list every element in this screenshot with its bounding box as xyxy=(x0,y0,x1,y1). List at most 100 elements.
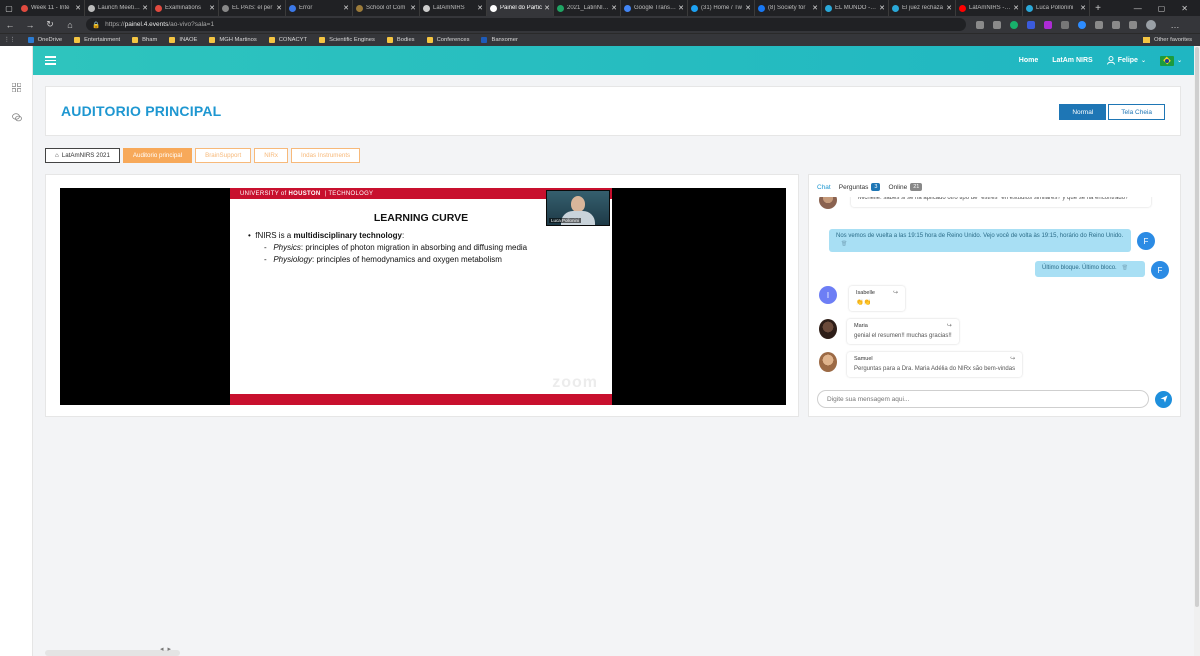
browser-tab[interactable]: Launch Meeting ✕ xyxy=(85,0,152,16)
bookmark-item[interactable]: INAOE xyxy=(169,37,197,43)
fullscreen-mode-button[interactable]: Tela Cheia xyxy=(1108,104,1165,120)
browser-tab[interactable]: Error ✕ xyxy=(286,0,353,16)
browser-tab[interactable]: El juez rechaza ✕ xyxy=(889,0,956,16)
close-tab-icon[interactable]: ✕ xyxy=(410,4,416,12)
home-icon[interactable]: ⌂ xyxy=(60,20,80,30)
bookmark-item[interactable]: Bham xyxy=(132,37,157,43)
browser-tab[interactable]: Examinations ✕ xyxy=(152,0,219,16)
chat-message-input[interactable] xyxy=(817,390,1149,408)
bookmark-item[interactable]: Conferences xyxy=(426,37,469,43)
reply-icon[interactable]: ↪ xyxy=(1010,356,1015,364)
scrollbar-thumb[interactable] xyxy=(1195,47,1199,607)
close-tab-icon[interactable]: ✕ xyxy=(745,4,751,12)
maximize-icon[interactable]: ▢ xyxy=(1158,4,1166,13)
room-tab-auditorio[interactable]: Auditorio principal xyxy=(122,148,193,163)
close-tab-icon[interactable]: ✕ xyxy=(812,4,818,12)
close-tab-icon[interactable]: ✕ xyxy=(477,4,483,12)
scroll-right-icon[interactable]: ▸ xyxy=(168,645,172,655)
close-tab-icon[interactable]: ✕ xyxy=(75,4,81,12)
tab-questions[interactable]: Perguntas 3 xyxy=(839,183,881,191)
other-favorites[interactable]: Other favorites xyxy=(1142,37,1192,43)
read-aloud-icon[interactable] xyxy=(976,20,984,29)
bookmark-item[interactable]: Bodies xyxy=(386,37,415,43)
close-window-icon[interactable]: ✕ xyxy=(1181,4,1188,13)
browser-tab[interactable]: (8) Society for ✕ xyxy=(755,0,822,16)
url-field[interactable]: 🔒 https://painel.4.events/ao-vivo?sala=1 xyxy=(86,18,966,31)
browser-tab[interactable]: Google Translat ✕ xyxy=(621,0,688,16)
back-icon[interactable]: ← xyxy=(0,20,20,30)
video-player[interactable]: UNIVERSITY of HOUSTON | TECHNOLOGY Luca … xyxy=(60,188,786,405)
collections-icon[interactable] xyxy=(1129,20,1137,29)
delete-message-icon[interactable]: 🗑 xyxy=(841,241,847,247)
close-tab-icon[interactable]: ✕ xyxy=(611,4,617,12)
bookmark-item[interactable]: OneDrive xyxy=(27,37,62,43)
bookmark-item[interactable]: Banxomer xyxy=(481,37,518,43)
room-tab-indas[interactable]: Indas Instruments xyxy=(290,148,361,163)
apps-icon[interactable]: ⋮⋮ xyxy=(4,37,16,43)
new-tab-button[interactable]: + xyxy=(1090,3,1106,14)
reply-icon[interactable]: ↪ xyxy=(947,323,952,331)
browser-tab[interactable]: Painel do Partic ✕ xyxy=(487,0,554,16)
message-text: Nos vemos de vuelta a las 19:15 hora de … xyxy=(836,233,1124,239)
normal-mode-button[interactable]: Normal xyxy=(1059,104,1107,120)
bookmark-item[interactable]: Entertainment xyxy=(74,37,120,43)
grid-apps-icon[interactable] xyxy=(0,76,33,98)
browser-tab[interactable]: 2021_LatinNIRS ✕ xyxy=(554,0,621,16)
grammarly-icon[interactable] xyxy=(1010,20,1018,29)
browser-tab[interactable]: (31) Home / Tw ✕ xyxy=(688,0,755,16)
forward-icon[interactable]: → xyxy=(20,20,40,30)
extension-purple-icon[interactable] xyxy=(1044,20,1052,29)
close-tab-icon[interactable]: ✕ xyxy=(879,4,885,12)
chat-bubbles-icon[interactable] xyxy=(0,106,33,128)
nav-latam-link[interactable]: LatAm NIRS xyxy=(1052,57,1092,64)
onenote-icon[interactable] xyxy=(1027,20,1035,29)
favorite-star-icon[interactable] xyxy=(993,20,1001,29)
close-tab-icon[interactable]: ✕ xyxy=(1013,4,1019,12)
bookmark-item[interactable]: Scientific Engines xyxy=(319,37,375,43)
hamburger-menu-icon[interactable] xyxy=(45,54,56,67)
sub1-label: Physics xyxy=(273,243,301,252)
browser-tab[interactable]: EL MUNDO - Di ✕ xyxy=(822,0,889,16)
browser-tab[interactable]: Luca Pollonini ✕ xyxy=(1023,0,1090,16)
tab-favicon-icon xyxy=(289,4,296,12)
tab-chat[interactable]: Chat xyxy=(817,184,831,191)
bookmark-item[interactable]: CONACYT xyxy=(268,37,307,43)
nav-home-link[interactable]: Home xyxy=(1019,57,1038,64)
browser-tab[interactable]: LatAmNIRS ✕ xyxy=(420,0,487,16)
close-tab-icon[interactable]: ✕ xyxy=(1080,4,1086,12)
chat-messages[interactable]: Michelle: sabes si se ha aplicado otro t… xyxy=(809,197,1182,383)
delete-message-icon[interactable]: 🗑 xyxy=(1122,265,1128,271)
room-tab-latamnirs[interactable]: ⌂ LatAmNIRS 2021 xyxy=(45,148,120,163)
close-tab-icon[interactable]: ✕ xyxy=(678,4,684,12)
minimize-icon[interactable]: — xyxy=(1134,4,1142,13)
favorites-bar-icon[interactable] xyxy=(1112,20,1120,29)
send-button[interactable] xyxy=(1155,390,1172,408)
browser-tab[interactable]: School of Com ✕ xyxy=(353,0,420,16)
bookmark-item[interactable]: MGH Martinos xyxy=(209,37,257,43)
close-tab-icon[interactable]: ✕ xyxy=(544,4,550,12)
extension-gray-icon[interactable] xyxy=(1061,20,1069,29)
profile-avatar[interactable] xyxy=(1146,19,1156,30)
tab-online[interactable]: Online 21 xyxy=(888,183,923,191)
close-tab-icon[interactable]: ✕ xyxy=(142,4,148,12)
close-tab-icon[interactable]: ✕ xyxy=(343,4,349,12)
scroll-left-icon[interactable]: ◂ xyxy=(160,645,164,655)
reply-icon[interactable]: ↪ xyxy=(893,290,898,298)
room-tab-brainsupport[interactable]: BrainSupport xyxy=(195,148,252,163)
tab-actions-icon[interactable]: ▢ xyxy=(0,0,18,16)
close-tab-icon[interactable]: ✕ xyxy=(276,4,282,12)
extensions-puzzle-icon[interactable] xyxy=(1095,20,1103,29)
browser-tab[interactable]: Week 11 - Inte ✕ xyxy=(18,0,85,16)
reload-icon[interactable]: ↻ xyxy=(40,19,60,30)
more-menu-icon[interactable]: … xyxy=(1165,20,1185,30)
scroll-arrows[interactable]: ◂ ▸ xyxy=(160,645,184,655)
close-tab-icon[interactable]: ✕ xyxy=(946,4,952,12)
vertical-scrollbar[interactable] xyxy=(1194,46,1200,656)
browser-tab[interactable]: EL PAÍS: el per ✕ xyxy=(219,0,286,16)
zoom-extension-icon[interactable] xyxy=(1078,20,1086,29)
user-menu[interactable]: Felipe ⌄ xyxy=(1106,56,1146,65)
language-selector[interactable]: ⌄ xyxy=(1159,55,1182,66)
browser-tab[interactable]: LatAmNIRS - Yo ✕ xyxy=(956,0,1023,16)
close-tab-icon[interactable]: ✕ xyxy=(209,4,215,12)
room-tab-nirx[interactable]: NIRx xyxy=(254,148,288,163)
